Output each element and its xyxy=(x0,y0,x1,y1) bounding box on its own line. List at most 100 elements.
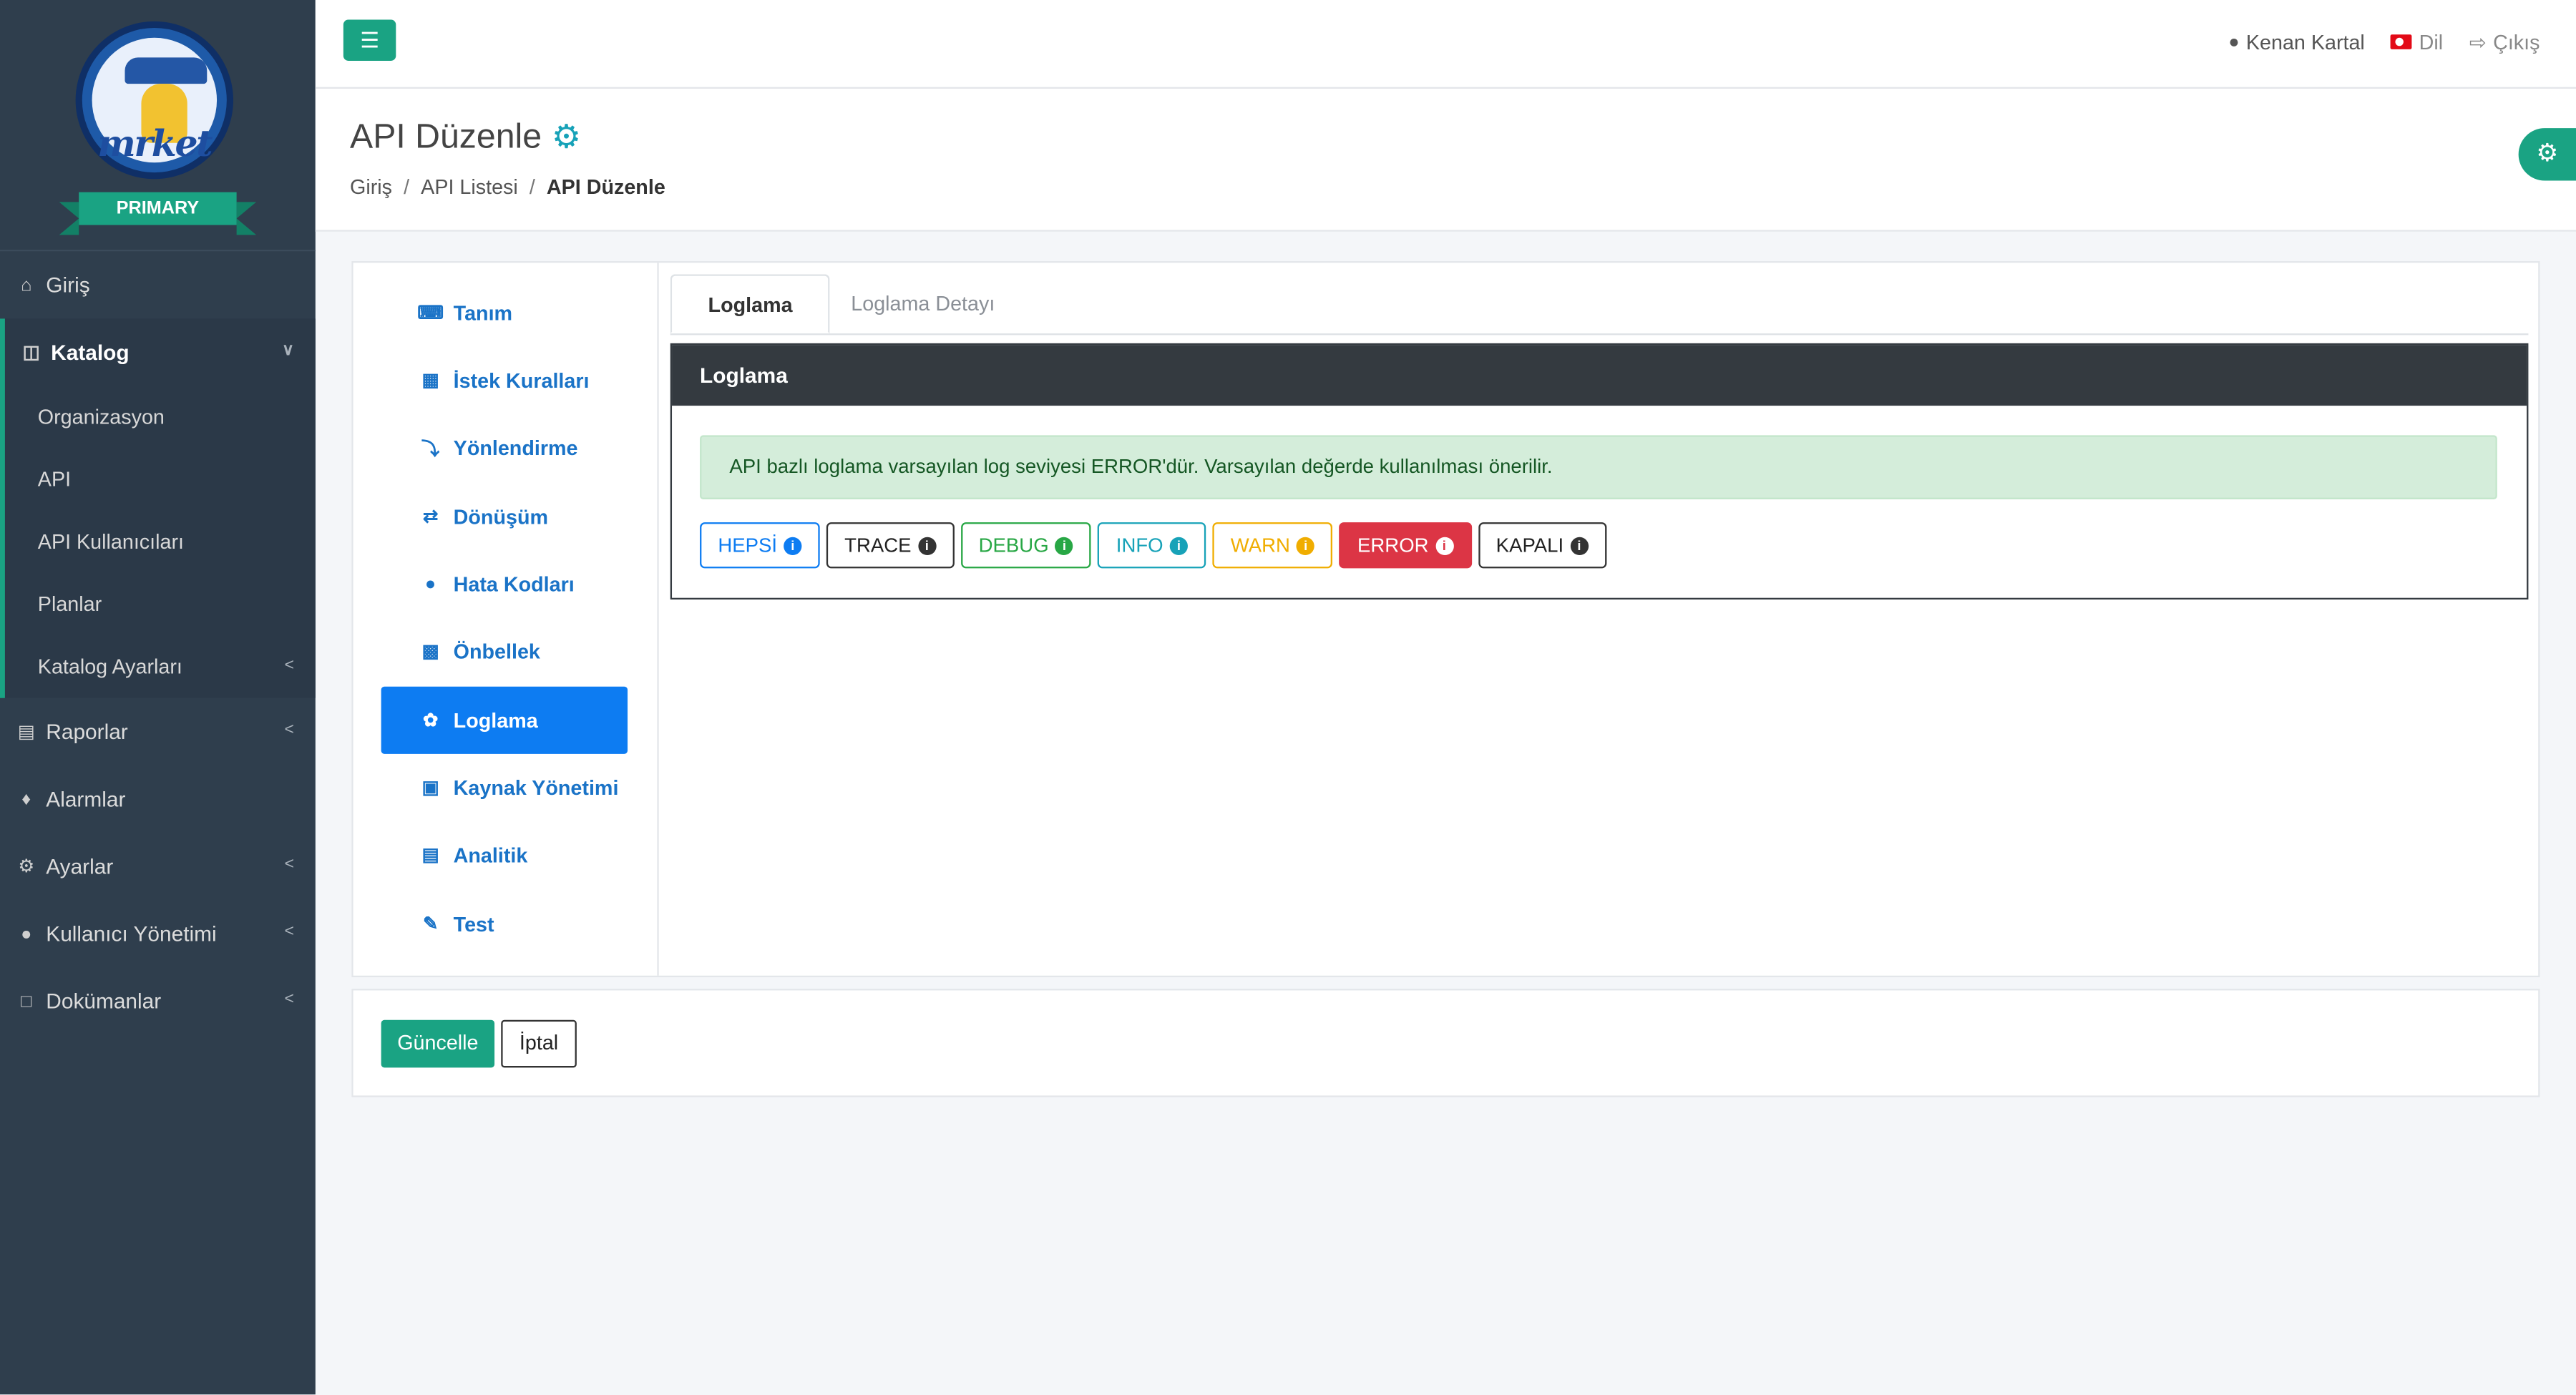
logo-cap-graphic xyxy=(125,57,208,84)
turkey-flag-icon xyxy=(2391,34,2413,49)
user-name: Kenan Kartal xyxy=(2245,30,2365,54)
info-circle-icon: i xyxy=(1297,536,1315,554)
loglama-panel: Loglama API bazlı loglama varsayılan log… xyxy=(670,343,2529,600)
brand-logo[interactable]: mrket PRIMARY xyxy=(0,0,316,252)
section-analitik[interactable]: ▤ Analitik xyxy=(381,821,628,889)
sidebar-subitem-katalog-ayarlari[interactable]: Katalog Ayarları < xyxy=(5,636,316,698)
update-button[interactable]: Güncelle xyxy=(381,1019,495,1068)
level-button-info[interactable]: INFO i xyxy=(1098,522,1206,569)
section-istek-kurallari[interactable]: ▦ İstek Kuralları xyxy=(381,346,628,413)
level-button-debug[interactable]: DEBUG i xyxy=(960,522,1092,569)
tab-loglama[interactable]: Loglama xyxy=(670,274,831,334)
sidebar-item-label: Katalog xyxy=(51,340,130,365)
logout-link[interactable]: ⇨ Çıkış xyxy=(2469,29,2540,54)
level-button-error[interactable]: ERROR i xyxy=(1339,522,1472,569)
sidebar-item-alarmlar[interactable]: ♦ Alarmlar xyxy=(0,765,316,833)
chevron-left-icon: < xyxy=(284,657,294,675)
sidebar-subitem-label: API xyxy=(37,468,72,491)
topbar: ☰ ● Kenan Kartal Dil ⇨ Çıkış xyxy=(315,0,2576,89)
sidebar-item-ayarlar[interactable]: ⚙ Ayarlar < xyxy=(0,833,316,900)
sidebar-group-katalog: ◫ Katalog ∨ Organizasyon API API Kullanı… xyxy=(0,318,316,698)
sidebar-item-giris[interactable]: ⌂ Giriş xyxy=(0,251,316,318)
sidebar-item-kullanici-yonetimi[interactable]: ● Kullanıcı Yönetimi < xyxy=(0,900,316,967)
level-label: KAPALI xyxy=(1496,534,1564,557)
section-hata-kodlari[interactable]: ● Hata Kodları xyxy=(381,550,628,617)
section-label: İstek Kuralları xyxy=(453,368,590,392)
user-menu[interactable]: ● Kenan Kartal xyxy=(2228,29,2364,54)
breadcrumb-api-listesi[interactable]: API Listesi xyxy=(421,176,518,199)
bolt-icon: ⤵ xyxy=(421,439,440,459)
level-button-trace[interactable]: TRACE i xyxy=(826,522,955,569)
api-edit-card: ⌨ Tanım ▦ İstek Kuralları ⤵ Yönlendirme … xyxy=(351,261,2540,978)
page-header: API Düzenle ⚙ Giriş / API Listesi / API … xyxy=(315,88,2576,232)
section-label: Yönlendirme xyxy=(453,436,578,459)
breadcrumb-current: API Düzenle xyxy=(546,175,665,199)
file-list-icon: ▦ xyxy=(421,371,439,391)
sidebar-subitem-organizasyon[interactable]: Organizasyon xyxy=(5,386,316,449)
section-label: Dönüşüm xyxy=(453,504,549,529)
chart-icon: ▤ xyxy=(421,846,439,866)
sidebar-item-dokumanlar[interactable]: □ Dokümanlar < xyxy=(0,967,316,1034)
section-label: Kaynak Yönetimi xyxy=(453,775,619,799)
sidebar-subitem-api[interactable]: API xyxy=(5,449,316,511)
info-circle-icon: i xyxy=(917,536,936,554)
sidebar-subitem-label: Katalog Ayarları xyxy=(37,655,182,679)
cancel-button[interactable]: İptal xyxy=(501,1019,577,1068)
cogs-icon: ⚙ xyxy=(2536,140,2559,168)
sidebar-subitem-planlar[interactable]: Planlar xyxy=(5,573,316,635)
log-level-selector: HEPSİ i TRACE i DEBUG i INFO i WARN i ER… xyxy=(700,522,1606,569)
level-button-hepsi[interactable]: HEPSİ i xyxy=(700,522,820,569)
sidebar-item-label: Giriş xyxy=(46,273,90,298)
section-test[interactable]: ✎ Test xyxy=(381,890,628,957)
hamburger-icon: ☰ xyxy=(360,28,379,53)
chevron-left-icon: < xyxy=(284,990,294,1009)
breadcrumb-separator: / xyxy=(404,175,410,199)
section-yonlendirme[interactable]: ⤵ Yönlendirme xyxy=(381,414,628,481)
section-kaynak-yonetimi[interactable]: ▣ Kaynak Yönetimi xyxy=(381,754,628,821)
chart-icon: ▤ xyxy=(17,723,35,743)
section-label: Analitik xyxy=(453,843,528,867)
sidebar-subitem-api-kullanicilari[interactable]: API Kullanıcıları xyxy=(5,511,316,573)
menu-toggle-button[interactable]: ☰ xyxy=(343,19,396,61)
file-icon: □ xyxy=(21,991,32,1012)
breadcrumb-giris[interactable]: Giriş xyxy=(350,176,392,199)
logo-inner: mrket xyxy=(92,37,218,166)
sign-out-icon: ⇨ xyxy=(2469,31,2487,54)
memory-icon: ▩ xyxy=(421,642,439,662)
info-alert: API bazlı loglama varsayılan log seviyes… xyxy=(700,435,2497,499)
sidebar: mrket PRIMARY ⌂ Giriş ◫ Katalog ∨ Organi… xyxy=(0,0,316,1395)
users-icon: ● xyxy=(21,924,32,944)
sidebar-item-label: Dokümanlar xyxy=(46,989,162,1014)
breadcrumb-separator: / xyxy=(529,175,535,199)
sidebar-item-label: Alarmlar xyxy=(46,786,126,812)
info-circle-icon: i xyxy=(1169,536,1189,554)
section-tanim[interactable]: ⌨ Tanım xyxy=(381,279,628,346)
sidebar-item-raporlar[interactable]: ▤ Raporlar < xyxy=(0,698,316,765)
topbar-right: ● Kenan Kartal Dil ⇨ Çıkış xyxy=(2228,29,2540,54)
level-label: DEBUG xyxy=(978,534,1049,557)
level-label: WARN xyxy=(1230,534,1290,557)
section-label: Loglama xyxy=(453,708,538,732)
api-section-nav: ⌨ Tanım ▦ İstek Kuralları ⤵ Yönlendirme … xyxy=(353,263,659,976)
section-label: Önbellek xyxy=(453,640,540,663)
tab-loglama-detayi[interactable]: Loglama Detayı xyxy=(815,274,1031,333)
sidebar-item-katalog[interactable]: ◫ Katalog ∨ xyxy=(5,318,316,386)
section-donusum[interactable]: ⇄ Dönüşüm xyxy=(381,483,628,550)
ribbon-tail-right xyxy=(236,202,257,235)
chevron-left-icon: < xyxy=(284,923,294,941)
section-loglama[interactable]: ✿ Loglama xyxy=(381,686,628,754)
user-icon: ● xyxy=(2228,31,2240,52)
language-label: Dil xyxy=(2419,30,2444,54)
level-button-kapali[interactable]: KAPALI i xyxy=(1478,522,1606,569)
settings-panel-toggle[interactable]: ⚙ xyxy=(2518,128,2576,181)
level-button-warn[interactable]: WARN i xyxy=(1212,522,1333,569)
level-label: INFO xyxy=(1116,534,1163,557)
sidebar-item-label: Ayarlar xyxy=(46,853,114,879)
language-menu[interactable]: Dil xyxy=(2391,29,2444,54)
level-label: HEPSİ xyxy=(718,534,778,557)
logo-ribbon: PRIMARY xyxy=(59,192,257,235)
ribbon-label: PRIMARY xyxy=(79,192,237,225)
info-circle-icon: i xyxy=(784,536,802,554)
chevron-left-icon: < xyxy=(284,720,294,740)
section-onbellek[interactable]: ▩ Önbellek xyxy=(381,617,628,685)
